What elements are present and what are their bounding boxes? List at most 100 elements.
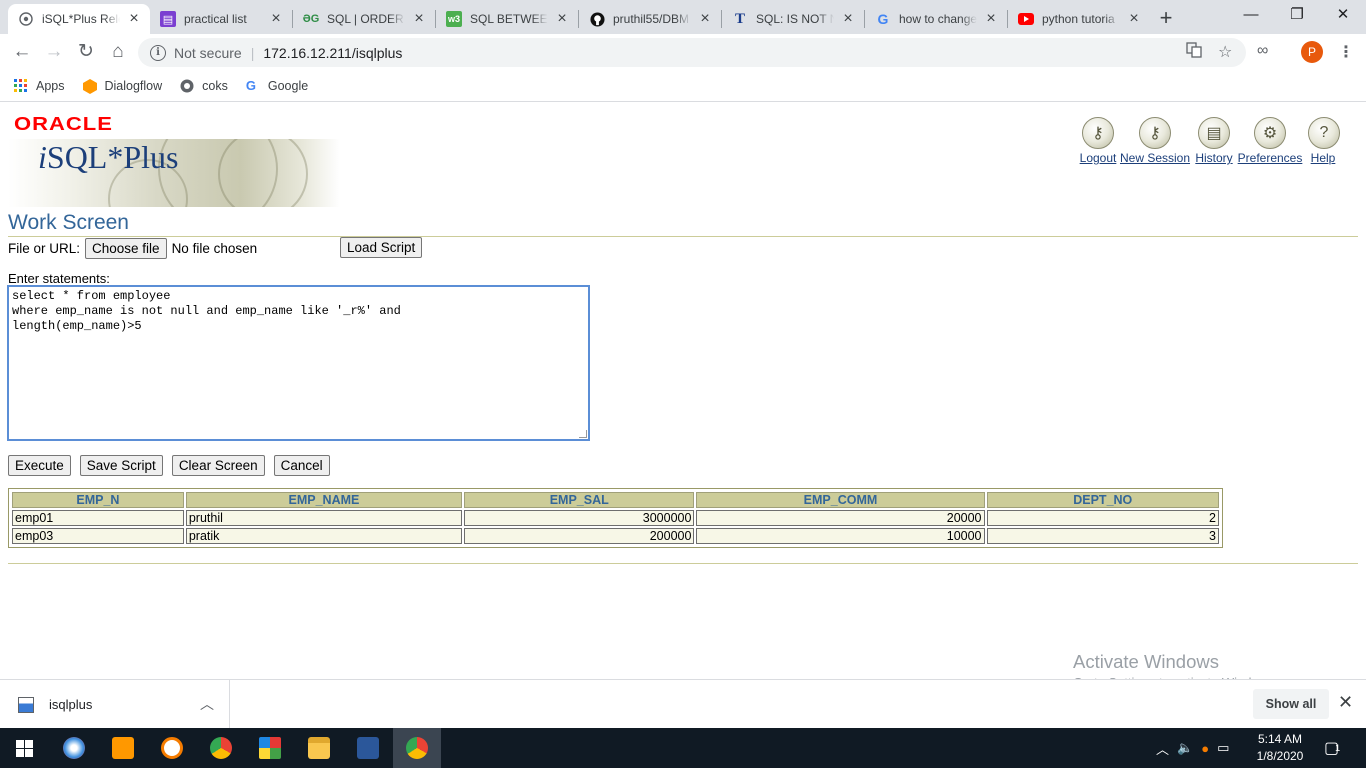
statement-line-2: where emp_name is not null and emp_name … — [12, 304, 401, 318]
save-script-button[interactable]: Save Script — [79, 455, 163, 476]
back-arrow-icon[interactable]: ← — [8, 38, 36, 66]
statements-textarea[interactable]: select * from employee where emp_name is… — [7, 285, 590, 441]
file-explorer-icon[interactable] — [295, 728, 343, 768]
cancel-button[interactable]: Cancel — [273, 455, 330, 476]
system-tray: ︿ 🔈 ● ▭ — [1156, 728, 1229, 768]
help-link[interactable]: ? Help — [1308, 117, 1340, 165]
execute-button[interactable]: Execute — [8, 455, 71, 476]
close-tab-icon[interactable]: × — [983, 10, 999, 28]
watermark-title: Activate Windows — [1073, 651, 1219, 672]
choose-file-button[interactable]: Choose file — [85, 237, 167, 259]
close-icon[interactable]: ✕ — [1338, 692, 1353, 713]
minimize-icon[interactable]: — — [1228, 0, 1274, 30]
clock-date: 1/8/2020 — [1256, 749, 1304, 763]
app-grid-icon[interactable] — [246, 728, 294, 768]
notification-icon[interactable]: ▢ 1 — [1324, 728, 1340, 768]
table-cell: 3000000 — [464, 510, 695, 526]
close-tab-icon[interactable]: × — [840, 10, 856, 28]
close-tab-icon[interactable]: × — [268, 10, 284, 28]
tab-title: practical list — [184, 12, 247, 26]
history-link[interactable]: ▤ History — [1194, 117, 1234, 165]
download-item[interactable]: isqlplus ︿ — [0, 680, 230, 729]
table-cell: 10000 — [696, 528, 985, 544]
url-text: 172.16.12.211/isqlplus — [263, 44, 403, 61]
sublime-text-icon[interactable] — [99, 728, 147, 768]
close-tab-icon[interactable]: × — [411, 10, 427, 28]
taskbar-clock[interactable]: 5:14 AM 1/8/2020 — [1250, 731, 1310, 765]
file-url-label: File or URL: — [8, 240, 81, 256]
bookmark-label: Apps — [36, 78, 65, 93]
action-buttons: Execute Save Script Clear Screen Cancel — [8, 455, 330, 476]
chevron-up-icon[interactable]: ︿ — [1156, 739, 1169, 758]
tab-practical-list[interactable]: ▤ practical list × — [150, 4, 292, 34]
table-cell: 20000 — [696, 510, 985, 526]
address-bar[interactable]: i Not secure | 172.16.12.211/isqlplus — [138, 38, 1246, 67]
restore-icon[interactable]: ❐ — [1274, 0, 1320, 30]
new-session-label[interactable]: New Session — [1120, 151, 1190, 165]
clear-screen-button[interactable]: Clear Screen — [171, 455, 265, 476]
volume-icon[interactable]: 🔈 — [1177, 740, 1193, 756]
app-tray-icon[interactable]: ● — [1201, 741, 1209, 756]
bookmark-google[interactable]: G Google — [245, 77, 309, 93]
github-icon — [589, 11, 605, 27]
windows-taskbar: ︿ 🔈 ● ▭ 5:14 AM 1/8/2020 ▢ 1 — [0, 728, 1366, 768]
tab-sql-order-by[interactable]: ƏG SQL | ORDER B × — [293, 4, 435, 34]
header-nav: ⚷ Logout ⚷ New Session ▤ History ⚙ Prefe… — [1076, 117, 1366, 167]
profile-avatar[interactable]: P — [1301, 41, 1323, 63]
paint-icon[interactable] — [50, 728, 98, 768]
bookmark-dialogflow[interactable]: Dialogflow — [82, 78, 162, 94]
tab-google-search[interactable]: G how to change × — [865, 4, 1007, 34]
preferences-label[interactable]: Preferences — [1238, 151, 1303, 165]
chrome-active-icon[interactable] — [393, 728, 441, 768]
resize-grip-icon[interactable] — [579, 430, 587, 438]
tab-youtube[interactable]: python tutoria × — [1008, 4, 1150, 34]
forward-arrow-icon[interactable]: → — [40, 38, 68, 66]
extension-icon[interactable]: ∞ — [1257, 42, 1268, 60]
bookmark-label: Google — [267, 78, 309, 93]
windows-start-icon[interactable] — [0, 728, 48, 768]
bookmark-star-icon[interactable]: ☆ — [1218, 42, 1232, 62]
close-tab-icon[interactable]: × — [126, 10, 142, 28]
tab-github[interactable]: pruthil55/DBM × — [579, 4, 721, 34]
preferences-link[interactable]: ⚙ Preferences — [1236, 117, 1304, 165]
google-icon: G — [245, 77, 256, 93]
column-header: EMP_SAL — [464, 492, 695, 508]
new-tab-icon[interactable]: + — [1153, 6, 1179, 32]
reload-icon[interactable]: ↻ — [72, 38, 100, 66]
word-icon[interactable] — [344, 728, 392, 768]
tab-isqlplus[interactable]: iSQL*Plus Rele × — [8, 4, 150, 34]
close-tab-icon[interactable]: × — [554, 10, 570, 28]
info-icon[interactable]: i — [150, 44, 166, 61]
close-tab-icon[interactable]: × — [697, 10, 713, 28]
logout-label[interactable]: Logout — [1080, 151, 1117, 165]
download-shelf: isqlplus ︿ Show all ✕ — [0, 679, 1366, 729]
close-window-icon[interactable]: ✕ — [1320, 0, 1366, 30]
notification-count: 1 — [1335, 743, 1341, 753]
chrome-icon[interactable] — [197, 728, 245, 768]
history-label[interactable]: History — [1195, 151, 1232, 165]
table-row: emp03 pratik 200000 10000 3 — [12, 528, 1219, 544]
column-header: EMP_NAME — [185, 492, 462, 508]
logout-key-icon: ⚷ — [1082, 117, 1114, 149]
logout-link[interactable]: ⚷ Logout — [1078, 117, 1118, 165]
table-cell: pruthil — [185, 510, 462, 526]
results-divider — [8, 563, 1358, 564]
new-session-link[interactable]: ⚷ New Session — [1118, 117, 1192, 165]
bookmark-apps[interactable]: Apps — [14, 78, 65, 93]
bookmark-coks[interactable]: coks — [180, 79, 228, 93]
app-orange-icon[interactable] — [148, 728, 196, 768]
tab-sql-is-not-null[interactable]: T SQL: IS NOT N × — [722, 4, 864, 34]
table-cell: 3 — [986, 528, 1219, 544]
close-tab-icon[interactable]: × — [1126, 10, 1142, 28]
chevron-up-icon[interactable]: ︿ — [200, 694, 214, 714]
isqlplus-banner: iSQL*Plus — [8, 139, 340, 207]
translate-icon[interactable] — [1186, 42, 1202, 63]
tab-sql-between[interactable]: w3 SQL BETWEEN × — [436, 4, 578, 34]
show-all-button[interactable]: Show all — [1253, 689, 1329, 719]
load-script-button[interactable]: Load Script — [340, 237, 423, 258]
network-icon[interactable]: ▭ — [1217, 740, 1229, 756]
help-label[interactable]: Help — [1311, 151, 1336, 165]
menu-kebab-icon[interactable]: ⋮ — [1338, 42, 1354, 62]
banner-swirl — [218, 139, 308, 207]
home-icon[interactable]: ⌂ — [104, 38, 132, 66]
